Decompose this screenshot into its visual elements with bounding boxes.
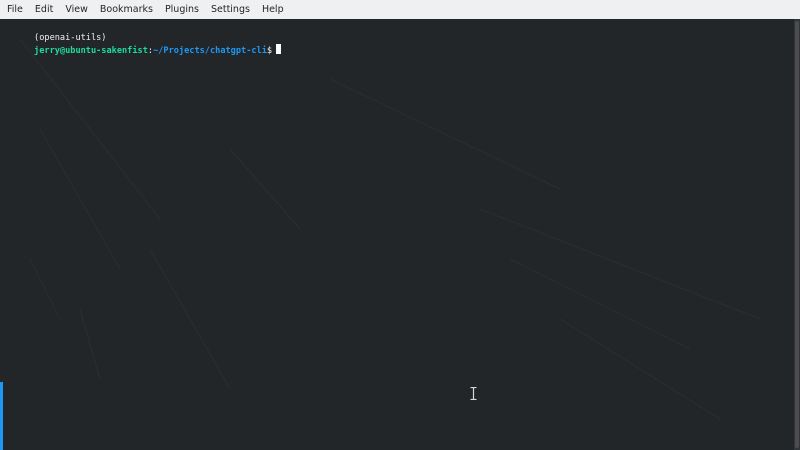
text-cursor [276, 44, 282, 54]
prompt-symbol: $ [266, 46, 273, 56]
menu-help[interactable]: Help [256, 0, 290, 19]
menu-view[interactable]: View [59, 0, 94, 19]
text-ibeam-icon [470, 387, 477, 400]
shell-prompt[interactable]: (openai-utils) jerry@ubuntu-sakenfist:~/… [3, 20, 282, 69]
terminal-area[interactable]: (openai-utils) jerry@ubuntu-sakenfist:~/… [0, 19, 794, 450]
terminal-window: File Edit View Bookmarks Plugins Setting… [0, 0, 800, 450]
menu-settings[interactable]: Settings [205, 0, 256, 19]
menu-edit[interactable]: Edit [29, 0, 59, 19]
working-directory-label: ~/Projects/chatgpt-cli [153, 46, 267, 56]
left-edge-highlight [0, 382, 3, 450]
scrollbar-thumb[interactable] [795, 21, 799, 448]
menu-bar: File Edit View Bookmarks Plugins Setting… [0, 0, 800, 19]
user-host-label: jerry@ubuntu-sakenfist [34, 46, 148, 56]
menu-plugins[interactable]: Plugins [159, 0, 205, 19]
vertical-scrollbar[interactable] [794, 19, 800, 450]
menu-file[interactable]: File [0, 0, 29, 19]
terminal-background-texture [19, 38, 761, 420]
menu-bookmarks[interactable]: Bookmarks [94, 0, 159, 19]
virtualenv-label: (openai-utils) [34, 33, 107, 43]
